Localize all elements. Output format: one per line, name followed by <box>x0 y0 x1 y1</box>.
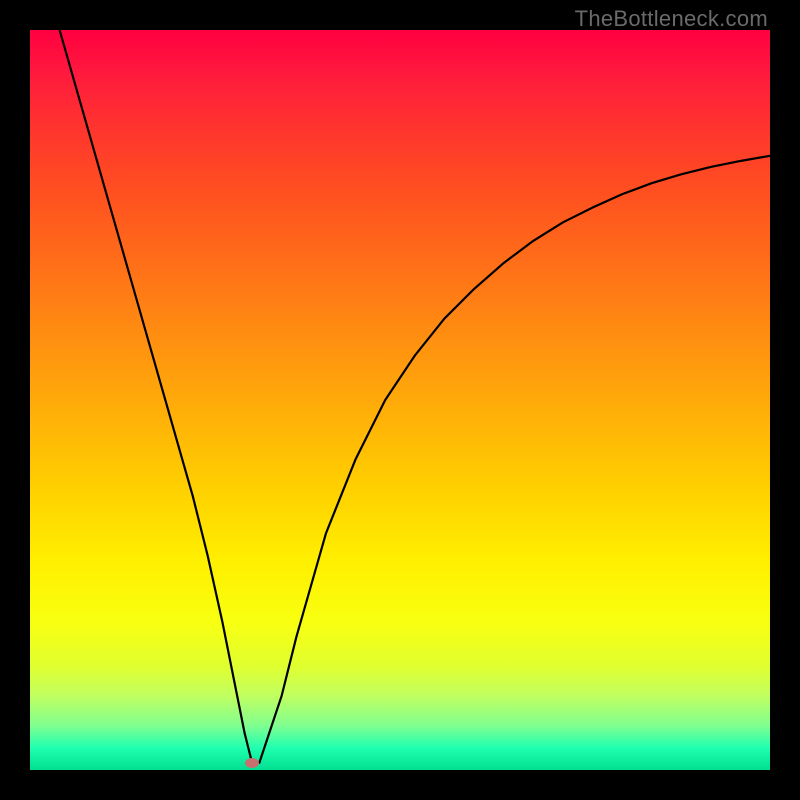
optimal-point-marker <box>245 758 259 768</box>
watermark-text: TheBottleneck.com <box>575 6 768 32</box>
plot-area <box>30 30 770 770</box>
chart-container: TheBottleneck.com <box>0 0 800 800</box>
bottleneck-curve <box>30 30 770 770</box>
